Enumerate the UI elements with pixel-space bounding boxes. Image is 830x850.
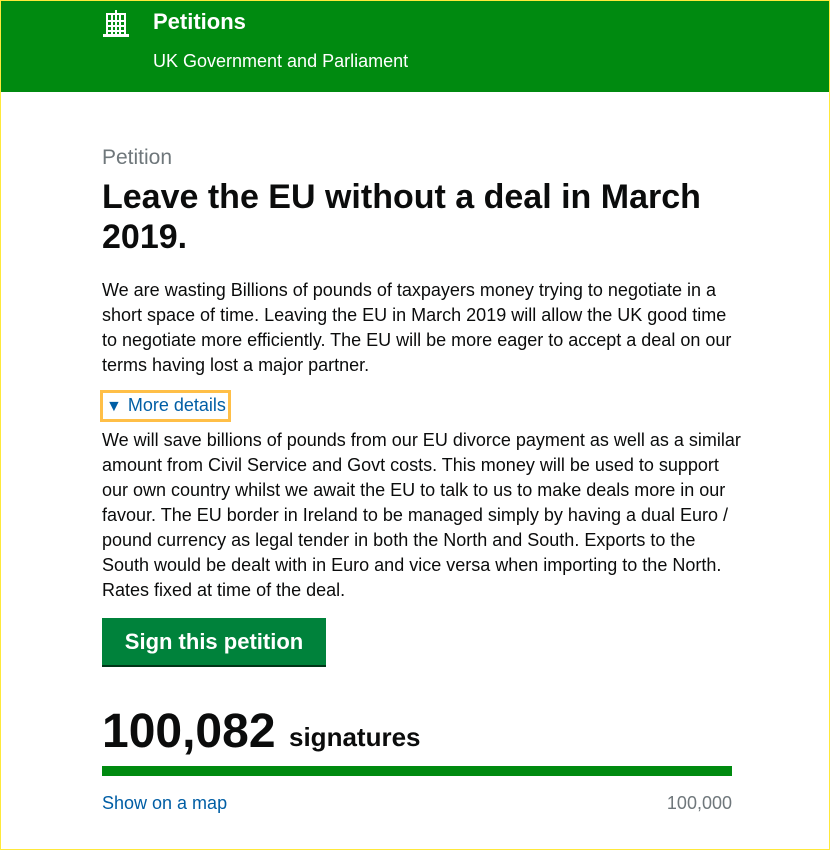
portcullis-icon[interactable] xyxy=(103,10,129,38)
signature-target: 100,000 xyxy=(666,793,732,813)
petition-kicker: Petition xyxy=(102,146,173,169)
petition-title: Leave the EU without a deal in March 201… xyxy=(102,178,701,256)
sign-petition-button[interactable]: Sign this petition xyxy=(102,618,326,665)
signature-progress-bar xyxy=(102,766,732,776)
petition-details: We will save billions of pounds from our… xyxy=(102,430,741,600)
site-subtitle: UK Government and Parliament xyxy=(153,51,409,71)
show-on-map-link[interactable]: Show on a map xyxy=(102,793,227,814)
signature-progress-fill xyxy=(102,766,732,776)
triangle-down-icon: ▼ xyxy=(106,398,122,415)
site-header: Petitions UK Government and Parliament xyxy=(1,1,829,92)
more-details-label: More details xyxy=(127,395,226,415)
signature-count-label: signatures xyxy=(289,722,421,752)
site-title[interactable]: Petitions xyxy=(153,9,246,35)
petition-summary: We are wasting Billions of pounds of tax… xyxy=(102,280,732,375)
signature-count: 100,082 xyxy=(102,705,276,758)
more-details-toggle[interactable]: ▼ More details xyxy=(100,390,231,422)
